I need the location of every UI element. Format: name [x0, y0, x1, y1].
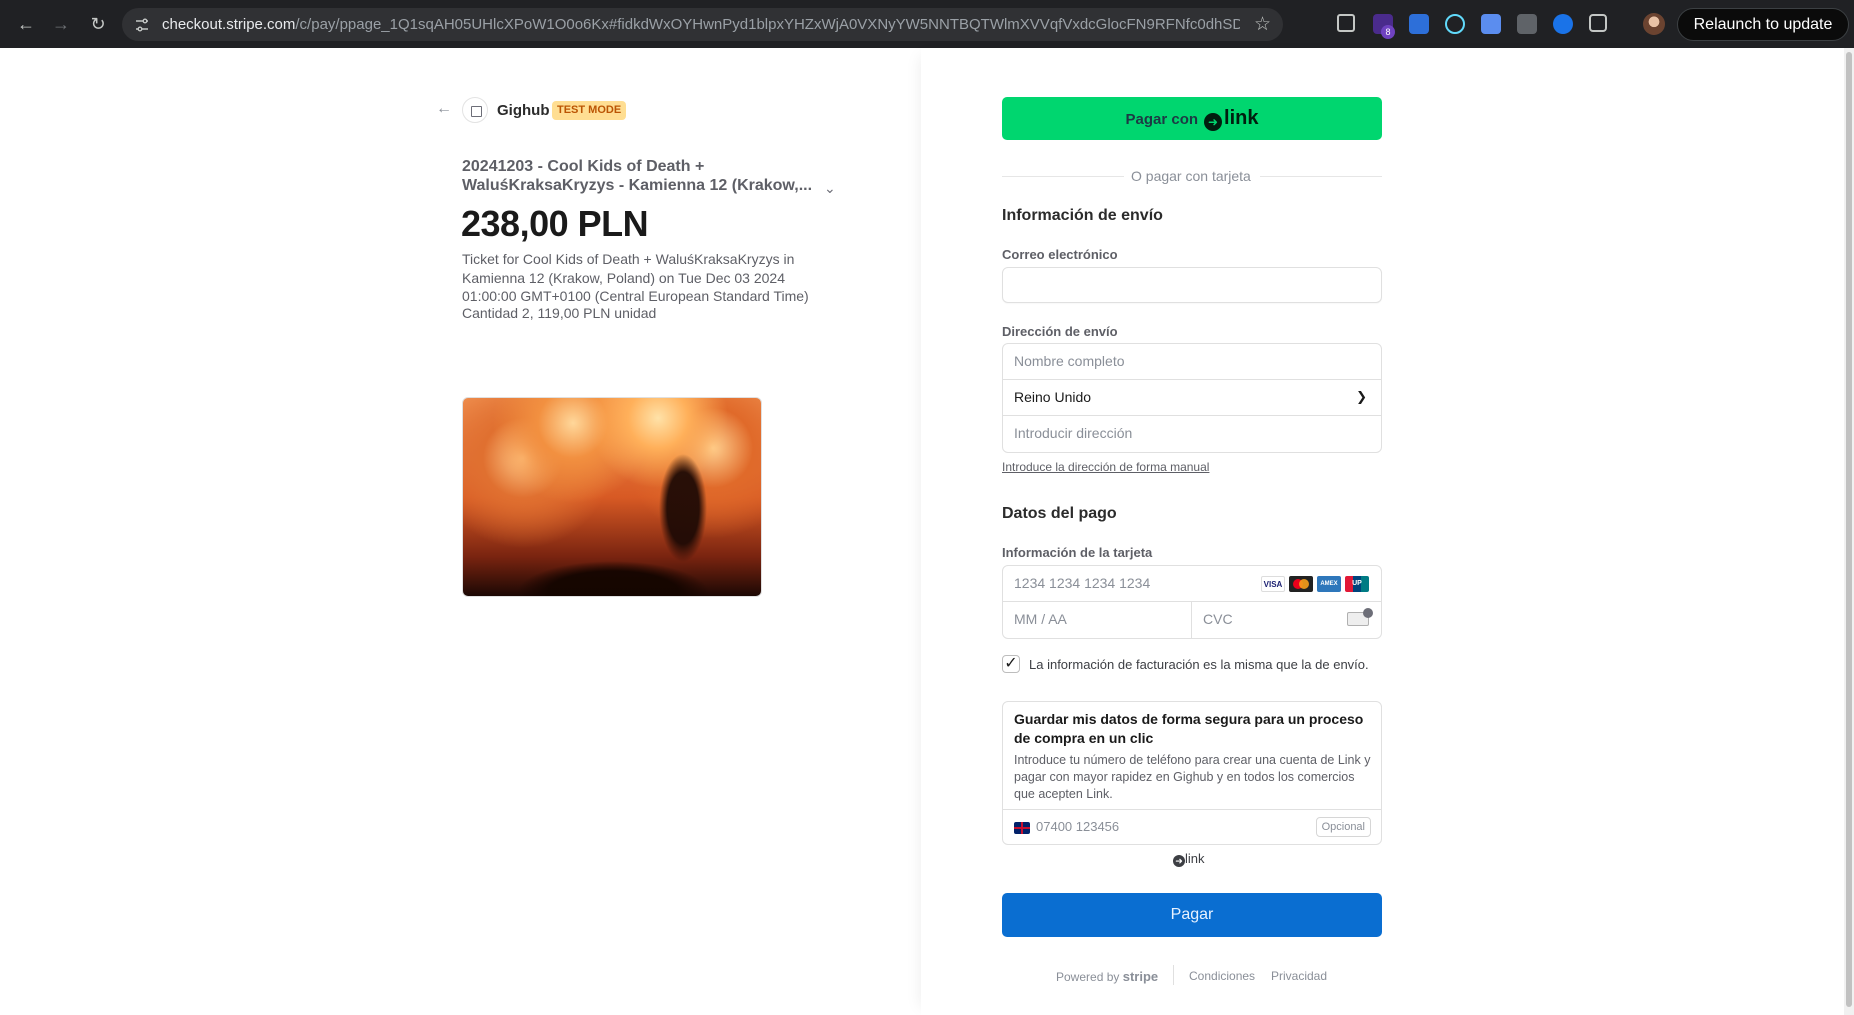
site-settings-icon[interactable]	[134, 17, 150, 33]
cvc-placeholder: CVC	[1203, 611, 1233, 627]
uk-flag-icon[interactable]	[1014, 822, 1030, 834]
amex-icon: AMEX	[1317, 576, 1341, 592]
email-label: Correo electrónico	[1002, 247, 1118, 262]
country-value: Reino Unido	[1014, 389, 1092, 405]
merchant-store-icon	[462, 97, 488, 123]
card-info-label: Información de la tarjeta	[1002, 545, 1153, 560]
stripe-logo: stripe	[1122, 969, 1159, 984]
link-footer-logo: ➜ link	[1173, 851, 1205, 867]
product-quantity: Cantidad 2, 119,00 PLN unidad	[462, 305, 657, 321]
page-scrollbar[interactable]	[1844, 48, 1854, 1015]
link-save-body: Introduce tu número de teléfono para cre…	[1014, 753, 1371, 801]
expiry-field[interactable]: MM / AA	[1003, 602, 1192, 638]
forward-icon[interactable]: →	[49, 12, 73, 36]
shipping-info-title: Información de envío	[1002, 207, 1163, 224]
shipping-address-label: Dirección de envío	[1002, 324, 1118, 339]
cvc-field[interactable]: CVC	[1192, 602, 1381, 638]
payment-form-panel	[921, 48, 1844, 1015]
optional-tag: Opcional	[1315, 817, 1371, 837]
billing-same-checkbox[interactable]: ✓	[1002, 655, 1020, 673]
extension-blue-circle-icon[interactable]	[1553, 14, 1573, 34]
link-logo: link	[1224, 107, 1259, 129]
link-save-title: Guardar mis datos de forma segura para u…	[1014, 711, 1364, 746]
divider-right	[1260, 176, 1382, 177]
cvc-card-icon	[1347, 608, 1373, 626]
address-field[interactable]: Introducir dirección	[1003, 416, 1381, 452]
unionpay-icon: UP	[1345, 576, 1369, 592]
card-expiry-cvc-row: MM / AA CVC	[1003, 602, 1381, 638]
or-pay-with-card: O pagar con tarjeta	[1131, 168, 1251, 184]
country-select[interactable]: Reino Unido ❯	[1003, 380, 1381, 416]
test-mode-badge: TEST MODE	[552, 101, 627, 120]
phone-field[interactable]: 07400 123456 Opcional	[1003, 809, 1381, 845]
card-number-field[interactable]: 1234 1234 1234 1234 VISA AMEX UP	[1003, 566, 1381, 602]
relaunch-button[interactable]: Relaunch to update	[1677, 8, 1849, 41]
reload-icon[interactable]: ↻	[86, 12, 110, 36]
product-name: 20241203 - Cool Kids of Death + WaluśKra…	[462, 158, 813, 194]
link-arrow-icon: ➜	[1204, 113, 1223, 131]
product-description: Ticket for Cool Kids of Death + WaluśKra…	[462, 251, 809, 304]
full-name-field[interactable]: Nombre completo	[1003, 344, 1381, 380]
email-field[interactable]	[1002, 267, 1382, 303]
browser-toolbar: ← → ↻ checkout.stripe.com/c/pay/ppage_1Q…	[0, 0, 1854, 48]
address-bar[interactable]: checkout.stripe.com/c/pay/ppage_1Q1sqAH0…	[122, 8, 1283, 41]
payment-details-title: Datos del pago	[1002, 505, 1117, 522]
total-price: 238,00 PLN	[461, 203, 649, 244]
bookmark-star-icon[interactable]: ☆	[1254, 13, 1271, 36]
visa-icon: VISA	[1261, 576, 1285, 592]
react-devtools-icon[interactable]	[1445, 14, 1465, 34]
pay-with-link-button[interactable]: Pagar con ➜ link	[1002, 97, 1382, 140]
billing-same-label: La información de facturación es la mism…	[1029, 657, 1369, 672]
chevron-down-icon: ❯	[1356, 389, 1367, 404]
back-icon[interactable]: ←	[14, 12, 38, 36]
footer-separator	[1173, 965, 1174, 985]
extension-layout-icon[interactable]	[1409, 14, 1429, 34]
extension-docs-icon[interactable]	[1481, 14, 1501, 34]
shipping-address-group: Nombre completo Reino Unido ❯ Introducir …	[1002, 343, 1382, 453]
privacy-link[interactable]: Privacidad	[1271, 969, 1327, 983]
scrollbar-thumb[interactable]	[1846, 52, 1852, 1007]
pay-button[interactable]: Pagar	[1002, 893, 1382, 937]
chevron-down-icon[interactable]: ⌄	[824, 180, 836, 197]
card-number-placeholder: 1234 1234 1234 1234	[1014, 575, 1151, 591]
back-arrow-icon[interactable]: ←	[436, 100, 452, 118]
manual-address-link[interactable]: Introduce la dirección de forma manual	[1002, 460, 1209, 474]
product-image	[462, 397, 762, 597]
card-brands: VISA AMEX UP	[1261, 576, 1369, 592]
divider-left	[1002, 176, 1124, 177]
extension-badge: 8	[1381, 25, 1395, 39]
extensions-puzzle-icon[interactable]	[1589, 14, 1607, 32]
phone-placeholder: 07400 123456	[1036, 819, 1120, 834]
pay-with-link-label: Pagar con	[1125, 111, 1199, 128]
link-footer-text: link	[1185, 851, 1205, 866]
qr-code-icon[interactable]	[1337, 14, 1355, 32]
url-text: checkout.stripe.com/c/pay/ppage_1Q1sqAH0…	[162, 16, 1240, 33]
link-arrow-icon: ➜	[1173, 855, 1185, 867]
mastercard-icon	[1289, 576, 1313, 592]
extension-grey-icon[interactable]	[1517, 14, 1537, 34]
merchant-name: Gighub	[497, 102, 550, 119]
link-save-box: Guardar mis datos de forma segura para u…	[1002, 701, 1382, 845]
card-info-group: 1234 1234 1234 1234 VISA AMEX UP MM / AA…	[1002, 565, 1382, 639]
profile-avatar[interactable]	[1643, 13, 1665, 35]
terms-link[interactable]: Condiciones	[1189, 969, 1255, 983]
powered-by[interactable]: Powered by stripe	[1056, 969, 1158, 984]
powered-by-label: Powered by	[1056, 970, 1120, 984]
